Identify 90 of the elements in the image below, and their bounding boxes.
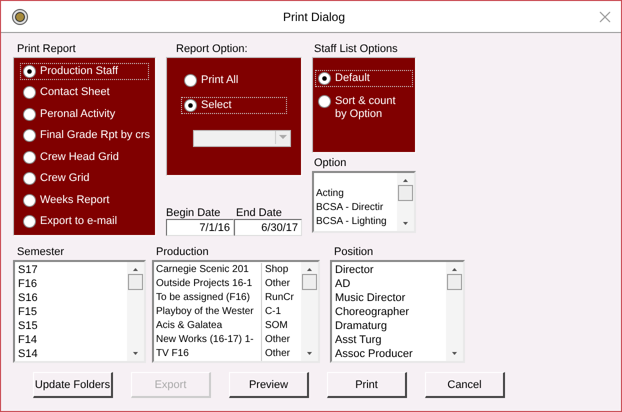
dialog-button[interactable]: Cancel: [425, 372, 505, 398]
list-item[interactable]: BCSA - Lighting: [316, 215, 394, 229]
radio-option[interactable]: Crew Head Grid: [20, 148, 149, 166]
radio-option[interactable]: Export to e-mail: [20, 212, 149, 230]
radio-option[interactable]: Crew Grid: [20, 170, 149, 188]
list-item[interactable]: BCSA - Directir: [316, 201, 394, 215]
list-item[interactable]: Choreographer: [335, 305, 443, 319]
list-item[interactable]: S17: [18, 263, 124, 277]
radio-option[interactable]: Contact Sheet: [20, 84, 149, 102]
production-name[interactable]: Playboy of the Wester: [156, 305, 261, 319]
radio-option[interactable]: Final Grade Rpt by crs: [20, 127, 149, 144]
production-name[interactable]: New Works (16-17) 1-: [156, 333, 261, 347]
option-label: Option: [313, 156, 348, 171]
radio-option[interactable]: Print All: [181, 72, 287, 89]
production-type[interactable]: Other: [260, 333, 298, 347]
option-list[interactable]: Acting BCSA - Directir BCSA - Lighting: [312, 171, 416, 233]
production-type[interactable]: RunCr: [260, 291, 298, 305]
list-item[interactable]: Assoc Producer: [335, 347, 443, 361]
window-title: Print Dialog: [282, 10, 346, 24]
list-item[interactable]: Music Director: [335, 291, 443, 305]
radio-option[interactable]: Select: [181, 97, 287, 114]
list-item[interactable]: Asst Turg: [335, 333, 443, 347]
radio-option[interactable]: Production Staff: [20, 63, 149, 80]
position-label: Position: [333, 245, 374, 260]
scrollbar[interactable]: [301, 262, 318, 361]
radio-button[interactable]: [184, 99, 197, 112]
radio-option[interactable]: Weeks Report: [20, 192, 149, 209]
begin-date-label: Begin Date: [166, 207, 222, 219]
production-type[interactable]: SOM: [260, 319, 298, 333]
dialog-button[interactable]: Preview: [229, 372, 309, 398]
semester-label: Semester: [16, 245, 66, 260]
radio-option[interactable]: Peronal Activity: [20, 106, 149, 123]
list-item[interactable]: F16: [18, 277, 124, 291]
production-type[interactable]: Other: [260, 347, 298, 361]
list-item[interactable]: Director: [335, 263, 443, 277]
group-label: Print Report: [16, 42, 77, 57]
list-item[interactable]: Acting: [316, 187, 394, 201]
production-name[interactable]: Acis & Galatea: [156, 319, 261, 333]
list-item[interactable]: S14: [18, 347, 124, 361]
production-name[interactable]: Outside Projects 16-1: [156, 277, 261, 291]
production-list[interactable]: Carnegie Scenic 201 Shop Outside Projects 16-1 Other To be assigned (F16) RunCr Playboy of the Wester C-1 Acis & Galatea SOM New Works (16-17) 1- Other TV F16 Other: [152, 260, 320, 363]
radio-button[interactable]: [23, 108, 36, 121]
scroll-down-icon[interactable]: [450, 349, 459, 357]
scrollbar[interactable]: [446, 262, 463, 361]
scroll-down-icon[interactable]: [131, 349, 140, 357]
semester-list[interactable]: S17 F16 S16 F15 S15 F14 S14: [13, 260, 146, 363]
radio-button[interactable]: [23, 172, 36, 186]
list-item[interactable]: Dramaturg: [335, 319, 443, 333]
begin-date-field[interactable]: 7/1/16: [166, 219, 234, 236]
radio-button[interactable]: [318, 95, 331, 108]
scroll-thumb[interactable]: [447, 274, 462, 290]
position-list[interactable]: Director AD Music Director Choreographer Dramaturg Asst Turg Assoc Producer: [330, 260, 465, 363]
list-item[interactable]: S16: [18, 291, 124, 305]
group-label: Report Option:: [175, 42, 249, 57]
scroll-thumb[interactable]: [128, 274, 143, 290]
production-name[interactable]: TV F16: [156, 347, 261, 361]
production-type[interactable]: Shop: [260, 263, 298, 277]
radio-button[interactable]: [184, 74, 197, 87]
radio-button[interactable]: [23, 214, 36, 228]
production-type[interactable]: Other: [260, 277, 298, 291]
group-label: Staff List Options: [313, 42, 399, 57]
dialog-button[interactable]: Print: [327, 372, 407, 398]
list-item[interactable]: S15: [18, 319, 124, 333]
radio-option[interactable]: Sort & count by Option: [315, 93, 413, 123]
radio-button[interactable]: [23, 86, 36, 100]
close-icon[interactable]: [599, 10, 611, 22]
scrollbar[interactable]: [397, 173, 414, 231]
scroll-down-icon[interactable]: [305, 349, 314, 357]
radio-button[interactable]: [23, 129, 36, 142]
app-seal-icon: [11, 8, 29, 26]
radio-button[interactable]: [318, 72, 331, 85]
radio-button[interactable]: [23, 194, 36, 207]
radio-button[interactable]: [23, 150, 36, 164]
radio-button[interactable]: [23, 65, 36, 78]
production-name[interactable]: To be assigned (F16): [156, 291, 261, 305]
list-item[interactable]: AD: [335, 277, 443, 291]
scroll-down-icon[interactable]: [401, 219, 410, 227]
list-item[interactable]: F14: [18, 333, 124, 347]
dropdown-arrow-icon: [279, 135, 287, 140]
dialog-button[interactable]: Update Folders: [33, 372, 113, 398]
scroll-thumb[interactable]: [302, 274, 317, 290]
end-date-label: End Date: [235, 207, 283, 219]
scroll-thumb[interactable]: [398, 185, 413, 201]
radio-option[interactable]: Default: [315, 70, 413, 87]
list-item[interactable]: F15: [18, 305, 124, 319]
production-type[interactable]: C-1: [260, 305, 298, 319]
production-name[interactable]: Carnegie Scenic 201: [156, 263, 261, 277]
scrollbar[interactable]: [127, 262, 144, 361]
end-date-field[interactable]: 6/30/17: [234, 219, 302, 236]
production-label: Production: [155, 245, 210, 260]
